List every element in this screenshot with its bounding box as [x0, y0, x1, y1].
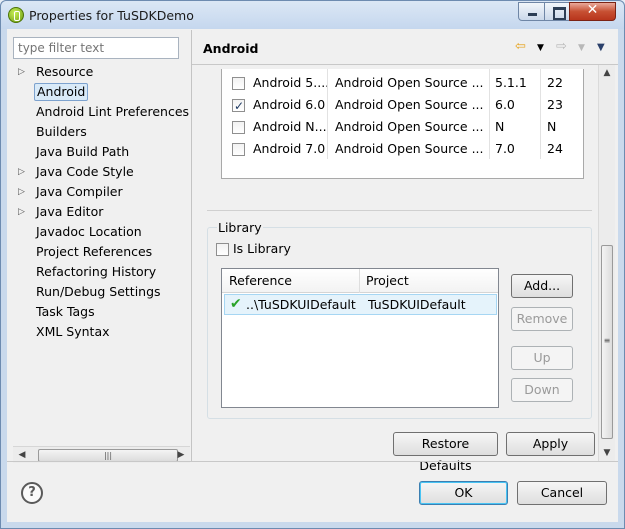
apply-button[interactable]: Apply — [506, 432, 595, 456]
tree-item-label: Task Tags — [36, 304, 95, 319]
ok-button[interactable]: OK — [419, 481, 508, 505]
target-checkbox[interactable] — [232, 77, 245, 90]
expand-arrow-icon[interactable]: ▷ — [18, 63, 30, 81]
target-name-cell: Android 7.0 — [253, 141, 326, 156]
forward-menu-icon: ▼ — [578, 43, 585, 53]
close-icon: ✕ — [586, 2, 599, 18]
target-api-cell: 24 — [547, 141, 563, 156]
build-target-table: Android 5.... Android Open Source ... 5.1.… — [221, 69, 584, 179]
library-group-label: Library — [217, 220, 263, 235]
tree-item-label: Builders — [36, 124, 87, 139]
table-row[interactable]: ✔ ..\TuSDKUIDefault TuSDKUIDefault — [224, 294, 497, 315]
table-row[interactable]: Android 6.0 Android Open Source ... 6.0 23 — [222, 94, 583, 117]
is-library-checkbox[interactable] — [216, 243, 229, 256]
target-name-cell: Android 5.... — [253, 75, 327, 90]
title-bar[interactable]: Properties for TuSDKDemo ✕ — [1, 1, 624, 29]
build-target-group-border — [207, 210, 592, 211]
page-vertical-scrollbar[interactable]: ▲ ≡ ▼ — [598, 65, 615, 462]
bottom-separator — [7, 461, 618, 462]
android-app-icon — [8, 7, 24, 23]
remove-button[interactable]: Remove — [511, 307, 573, 331]
target-vendor-cell: Android Open Source ... — [335, 75, 484, 90]
minimize-button[interactable] — [518, 2, 545, 21]
expand-arrow-icon[interactable]: ▷ — [18, 183, 30, 201]
forward-arrow-icon: ⇨ — [556, 39, 567, 54]
table-row[interactable]: Android 5.... Android Open Source ... 5.1.… — [222, 72, 583, 94]
tree-item-label: Android Lint Preferences — [36, 104, 190, 119]
target-checkbox[interactable] — [232, 143, 245, 156]
scroll-up-icon[interactable]: ▲ — [599, 65, 615, 81]
tree-item-label: Java Build Path — [36, 144, 130, 159]
target-checkbox[interactable] — [232, 95, 245, 117]
back-arrow-icon[interactable]: ⇦ — [515, 39, 526, 54]
project-cell: TuSDKUIDefault — [368, 297, 466, 312]
reference-table-header: Reference Project — [222, 269, 498, 293]
up-button[interactable]: Up — [511, 346, 573, 370]
close-button[interactable]: ✕ — [569, 2, 616, 21]
target-platform-cell: 7.0 — [495, 141, 515, 156]
target-platform-cell: 5.1.1 — [495, 75, 527, 90]
expand-arrow-icon[interactable]: ▷ — [18, 203, 30, 221]
target-api-cell: 22 — [547, 75, 563, 90]
tree-item-label: Javadoc Location — [36, 224, 142, 239]
target-vendor-cell: Android Open Source ... — [335, 119, 484, 134]
back-menu-icon[interactable]: ▼ — [537, 43, 544, 53]
tree-item-label: Run/Debug Settings — [36, 284, 161, 299]
target-name-cell: Android N... — [253, 119, 327, 134]
expand-arrow-icon[interactable]: ▷ — [18, 163, 30, 181]
window-title: Properties for TuSDKDemo — [29, 8, 194, 23]
tree-item-label: Java Compiler — [36, 184, 123, 199]
target-vendor-cell: Android Open Source ... — [335, 141, 484, 156]
page-title: Android — [203, 41, 259, 56]
target-platform-cell: N — [495, 119, 505, 134]
help-icon[interactable]: ? — [21, 482, 43, 504]
target-vendor-cell: Android Open Source ... — [335, 97, 484, 112]
column-header-project[interactable]: Project — [366, 273, 409, 288]
cancel-button[interactable]: Cancel — [517, 481, 607, 505]
scroll-down-icon[interactable]: ▼ — [599, 445, 615, 461]
tree-item-label: Project References — [36, 244, 153, 259]
tree-item-label: Java Code Style — [36, 164, 134, 179]
tree-item-label: Android — [34, 83, 89, 101]
add-button[interactable]: Add... — [511, 274, 573, 298]
filter-input[interactable] — [13, 37, 179, 59]
target-platform-cell: 6.0 — [495, 97, 515, 112]
header-separator — [192, 64, 618, 65]
is-library-label[interactable]: Is Library — [233, 241, 291, 256]
checkmark-icon: ✔ — [230, 296, 242, 312]
reference-cell: ..\TuSDKUIDefault — [246, 297, 356, 312]
view-menu-icon[interactable]: ▼ — [597, 42, 605, 53]
target-api-cell: N — [547, 119, 557, 134]
pane-divider[interactable] — [191, 30, 192, 462]
target-api-cell: 23 — [547, 97, 563, 112]
scroll-thumb[interactable]: ≡ — [601, 245, 613, 439]
tree-item-label: Resource — [36, 64, 94, 79]
tree-item-label: Java Editor — [36, 204, 104, 219]
tree-item-label: XML Syntax — [36, 324, 110, 339]
down-button[interactable]: Down — [511, 378, 573, 402]
target-checkbox[interactable] — [232, 121, 245, 134]
restore-defaults-button[interactable]: Restore Defaults — [393, 432, 498, 473]
table-row[interactable]: Android N... Android Open Source ... N N — [222, 116, 583, 138]
table-row[interactable]: Android 7.0 Android Open Source ... 7.0 24 — [222, 138, 583, 160]
column-header-reference[interactable]: Reference — [229, 273, 292, 288]
maximize-button[interactable] — [544, 2, 570, 21]
tree-item-label: Refactoring History — [36, 264, 157, 279]
library-reference-table: Reference Project ✔ ..\TuSDKUIDefault Tu… — [221, 268, 499, 408]
target-name-cell: Android 6.0 — [253, 97, 326, 112]
property-pages-tree: ▷ Resource Android Android Lint Preferences… — [13, 63, 191, 462]
